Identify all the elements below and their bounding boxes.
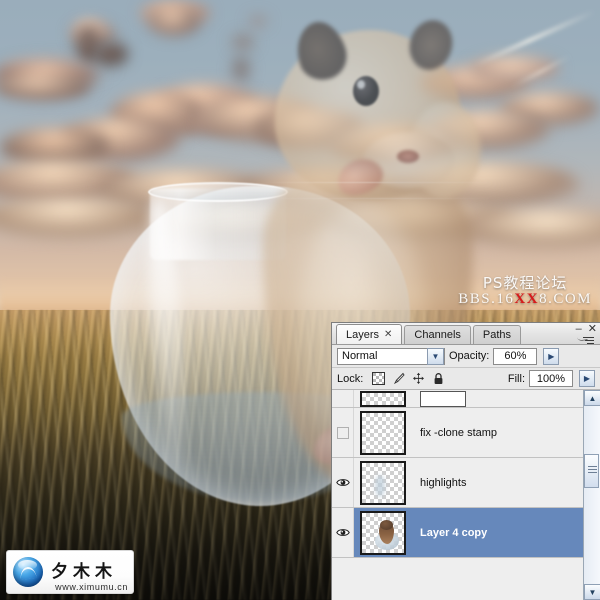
panel-titlebar: Layers ✕ Channels Paths – ✕	[332, 323, 600, 345]
layer-visibility-cell[interactable]	[332, 508, 354, 557]
fill-group: Fill: 100% ▶	[508, 370, 595, 387]
tab-layers[interactable]: Layers ✕	[336, 324, 403, 344]
scrollbar-thumb[interactable]	[584, 454, 599, 488]
scrollbar-grip-icon	[588, 466, 597, 475]
opacity-input[interactable]: 60%	[493, 347, 538, 365]
scroll-down-icon[interactable]: ▼	[584, 584, 600, 600]
logo-orb-icon	[13, 557, 43, 587]
fill-slider-arrow-icon[interactable]: ▶	[579, 370, 595, 387]
layer-thumbnail[interactable]	[360, 460, 406, 505]
panel-menu-icon[interactable]	[580, 335, 596, 345]
lock-label: Lock:	[337, 372, 364, 385]
lock-image-pixels-icon[interactable]	[392, 372, 405, 385]
eye-icon[interactable]	[335, 527, 350, 538]
layer-thumbnail[interactable]	[360, 510, 406, 555]
close-icon[interactable]: ✕	[588, 324, 597, 335]
layer-list-scrollbar[interactable]: ▲ ▼	[583, 390, 600, 600]
tab-paths[interactable]: Paths	[472, 325, 522, 344]
layer-thumbnail[interactable]	[360, 391, 406, 407]
lock-transparent-pixels-icon[interactable]	[372, 372, 386, 385]
table-row[interactable]	[332, 390, 600, 408]
layer-mask-thumbnail[interactable]	[420, 391, 466, 407]
blend-mode-row: Normal ▼ Opacity: 60% ▶	[332, 345, 600, 368]
layer-visibility-cell[interactable]	[332, 408, 354, 457]
table-row[interactable]: highlights	[332, 458, 600, 508]
layer-visibility-cell[interactable]	[332, 458, 354, 507]
site-logo-badge: 夕木木 www.ximumu.cn	[6, 550, 134, 594]
layer-thumbnail-content	[371, 519, 399, 550]
layer-thumbnail[interactable]	[360, 410, 406, 455]
lock-icon-group	[372, 372, 445, 385]
hamster-eye-glint	[357, 80, 365, 89]
chevron-down-icon[interactable]: ▼	[427, 347, 444, 365]
layer-name: highlights	[420, 476, 467, 489]
table-row[interactable]: fix -clone stamp	[332, 408, 600, 458]
eye-icon[interactable]	[335, 477, 350, 488]
fill-input[interactable]: 100%	[529, 370, 573, 387]
table-row[interactable]: Layer 4 copy	[332, 508, 600, 558]
tab-channels-label: Channels	[414, 329, 461, 341]
lock-position-icon[interactable]	[412, 372, 425, 385]
screenshot-root: PS教程论坛 BBS.16XX8.COM 夕木木 www.ximumu.cn L…	[0, 0, 600, 600]
layer-name: Layer 4 copy	[420, 526, 488, 539]
layer-name: fix -clone stamp	[420, 426, 498, 439]
layers-panel: Layers ✕ Channels Paths – ✕ Normal ▼ Opa…	[331, 322, 600, 600]
opacity-value: 60%	[504, 350, 527, 362]
tab-channels[interactable]: Channels	[404, 325, 471, 344]
blend-mode-select[interactable]: Normal ▼	[337, 347, 445, 365]
tab-layers-label: Layers	[346, 328, 380, 341]
hamster-eye	[353, 76, 379, 106]
opacity-slider-arrow-icon[interactable]: ▶	[543, 347, 560, 365]
fill-label: Fill:	[507, 372, 525, 385]
layer-list[interactable]: fix -clone stamp highlights Layer 4 copy…	[332, 390, 600, 600]
hamster-whiskers	[255, 164, 495, 234]
scroll-up-icon[interactable]: ▲	[584, 390, 600, 406]
hamster-nose	[397, 150, 419, 163]
lock-all-icon[interactable]	[432, 372, 445, 385]
lock-row: Lock: Fill: 100% ▶	[332, 368, 600, 390]
layer-visibility-cell[interactable]	[332, 390, 354, 407]
blend-mode-value: Normal	[342, 350, 378, 362]
logo-url-text: www.ximumu.cn	[55, 582, 128, 592]
scrollbar-track[interactable]	[584, 406, 600, 584]
fill-value: 100%	[536, 372, 566, 385]
tab-close-icon[interactable]: ✕	[384, 329, 392, 340]
eye-icon-off[interactable]	[336, 426, 349, 439]
opacity-label: Opacity:	[449, 350, 490, 362]
logo-brand-text: 夕木木	[51, 561, 117, 582]
tab-paths-label: Paths	[482, 329, 512, 341]
